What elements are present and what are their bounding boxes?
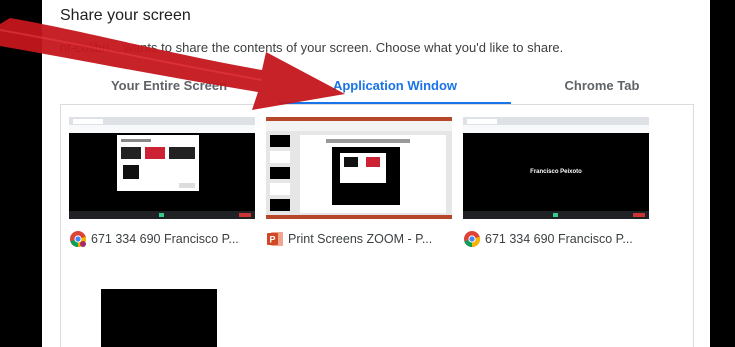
powerpoint-icon: P — [267, 232, 283, 246]
tab-application-window[interactable]: Application Window — [279, 70, 511, 104]
svg-text:P: P — [269, 235, 275, 245]
tab-chrome-tab[interactable]: Chrome Tab — [512, 70, 692, 102]
dialog-subtitle: nf-colibri... wants to share the content… — [60, 40, 564, 55]
chrome-icon — [464, 231, 481, 247]
chrome-icon — [70, 231, 87, 247]
share-screen-dialog: Share your screen nf-colibri... wants to… — [42, 0, 710, 347]
window-title: Print Screens ZOOM - P... — [288, 232, 433, 246]
window-option[interactable]: Francisco Peixoto 671 334 690 Francisco … — [463, 117, 649, 249]
dialog-title: Share your screen — [60, 7, 191, 24]
share-tabs: Your Entire Screen Application Window Ch… — [60, 70, 692, 104]
window-option-thumbnail[interactable] — [101, 289, 217, 347]
window-thumbnail: Francisco Peixoto — [463, 117, 649, 219]
window-option[interactable]: 671 334 690 Francisco P... — [69, 117, 255, 249]
window-thumbnail — [266, 117, 452, 219]
window-title: 671 334 690 Francisco P... — [485, 232, 633, 246]
window-title: 671 334 690 Francisco P... — [91, 232, 239, 246]
window-grid: 671 334 690 Francisco P... P Print Scree… — [60, 104, 694, 347]
presenter-name: Francisco Peixoto — [530, 169, 582, 175]
window-option[interactable]: P Print Screens ZOOM - P... — [266, 117, 452, 249]
tab-entire-screen[interactable]: Your Entire Screen — [60, 70, 278, 102]
window-thumbnail — [69, 117, 255, 219]
